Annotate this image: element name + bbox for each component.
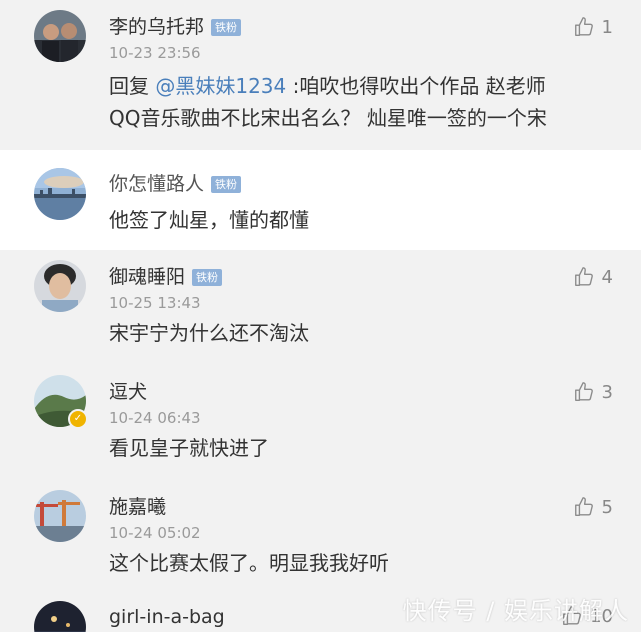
comment-text-rest: :咱吹也得吹出个作品 赵老师	[292, 74, 546, 98]
username[interactable]: 御魂睡阳	[109, 264, 185, 290]
fan-badge: 铁粉	[211, 18, 242, 36]
comment-item: 御魂睡阳 铁粉 10-25 13:43 宋宇宁为什么还不淘汰 4	[0, 250, 641, 365]
avatar[interactable]	[34, 168, 86, 220]
comment-text: 这个比赛太假了。明显我我好听	[109, 551, 389, 575]
like-button[interactable]: 3	[573, 381, 613, 403]
like-button[interactable]: 1	[573, 16, 613, 38]
timestamp: 10-23 23:56	[109, 44, 201, 62]
timestamp: 10-24 05:02	[109, 524, 201, 542]
comment-text: 他签了灿星，懂的都懂	[109, 208, 309, 232]
comment-text: 看见皇子就快进了	[109, 436, 269, 460]
comment-item-highlighted: 你怎懂路人 铁粉 他签了灿星，懂的都懂	[0, 150, 641, 250]
like-button[interactable]: 5	[573, 496, 613, 518]
avatar[interactable]	[34, 260, 86, 312]
username[interactable]: 你怎懂路人	[109, 171, 204, 197]
avatar[interactable]	[34, 601, 86, 632]
avatar[interactable]	[34, 10, 86, 62]
avatar[interactable]	[34, 490, 86, 542]
reply-prefix: 回复	[109, 74, 149, 98]
fan-badge: 铁粉	[192, 268, 223, 286]
mention-link[interactable]: @黑妹妹1234	[155, 74, 286, 98]
like-button[interactable]: 4	[573, 266, 613, 288]
fan-badge: 铁粉	[211, 175, 242, 193]
thumbs-up-icon	[574, 382, 593, 401]
thumbs-up-icon	[574, 267, 593, 286]
like-count: 1	[601, 16, 613, 38]
timestamp: 10-25 13:43	[109, 294, 201, 312]
thumbs-up-icon	[574, 17, 593, 36]
comment-text: 回复 @黑妹妹1234 :咱吹也得吹出个作品 赵老师	[109, 70, 546, 102]
verified-icon: ✓	[68, 409, 88, 429]
timestamp: 10-24 06:43	[109, 409, 201, 427]
comment-item: 李的乌托邦 铁粉 10-23 23:56 回复 @黑妹妹1234 :咱吹也得吹出…	[0, 0, 641, 150]
comment-text-line2: QQ音乐歌曲不比宋出名么？ 灿星唯一签的一个宋	[109, 106, 547, 130]
username[interactable]: 李的乌托邦	[109, 14, 204, 40]
comment-item: ✓ 逗犬 10-24 06:43 看见皇子就快进了 3	[0, 365, 641, 480]
like-count: 4	[601, 266, 613, 288]
username[interactable]: 施嘉曦	[109, 494, 166, 520]
username[interactable]: girl-in-a-bag	[109, 604, 225, 630]
comment-text: 宋宇宁为什么还不淘汰	[109, 321, 309, 345]
comment-item: 施嘉曦 10-24 05:02 这个比赛太假了。明显我我好听 5	[0, 480, 641, 595]
like-count: 3	[601, 381, 613, 403]
username[interactable]: 逗犬	[109, 379, 147, 405]
avatar[interactable]: ✓	[34, 375, 88, 429]
watermark: 快传号 / 娱乐讲解人	[402, 597, 629, 625]
thumbs-up-icon	[574, 497, 593, 516]
like-count: 5	[601, 496, 613, 518]
